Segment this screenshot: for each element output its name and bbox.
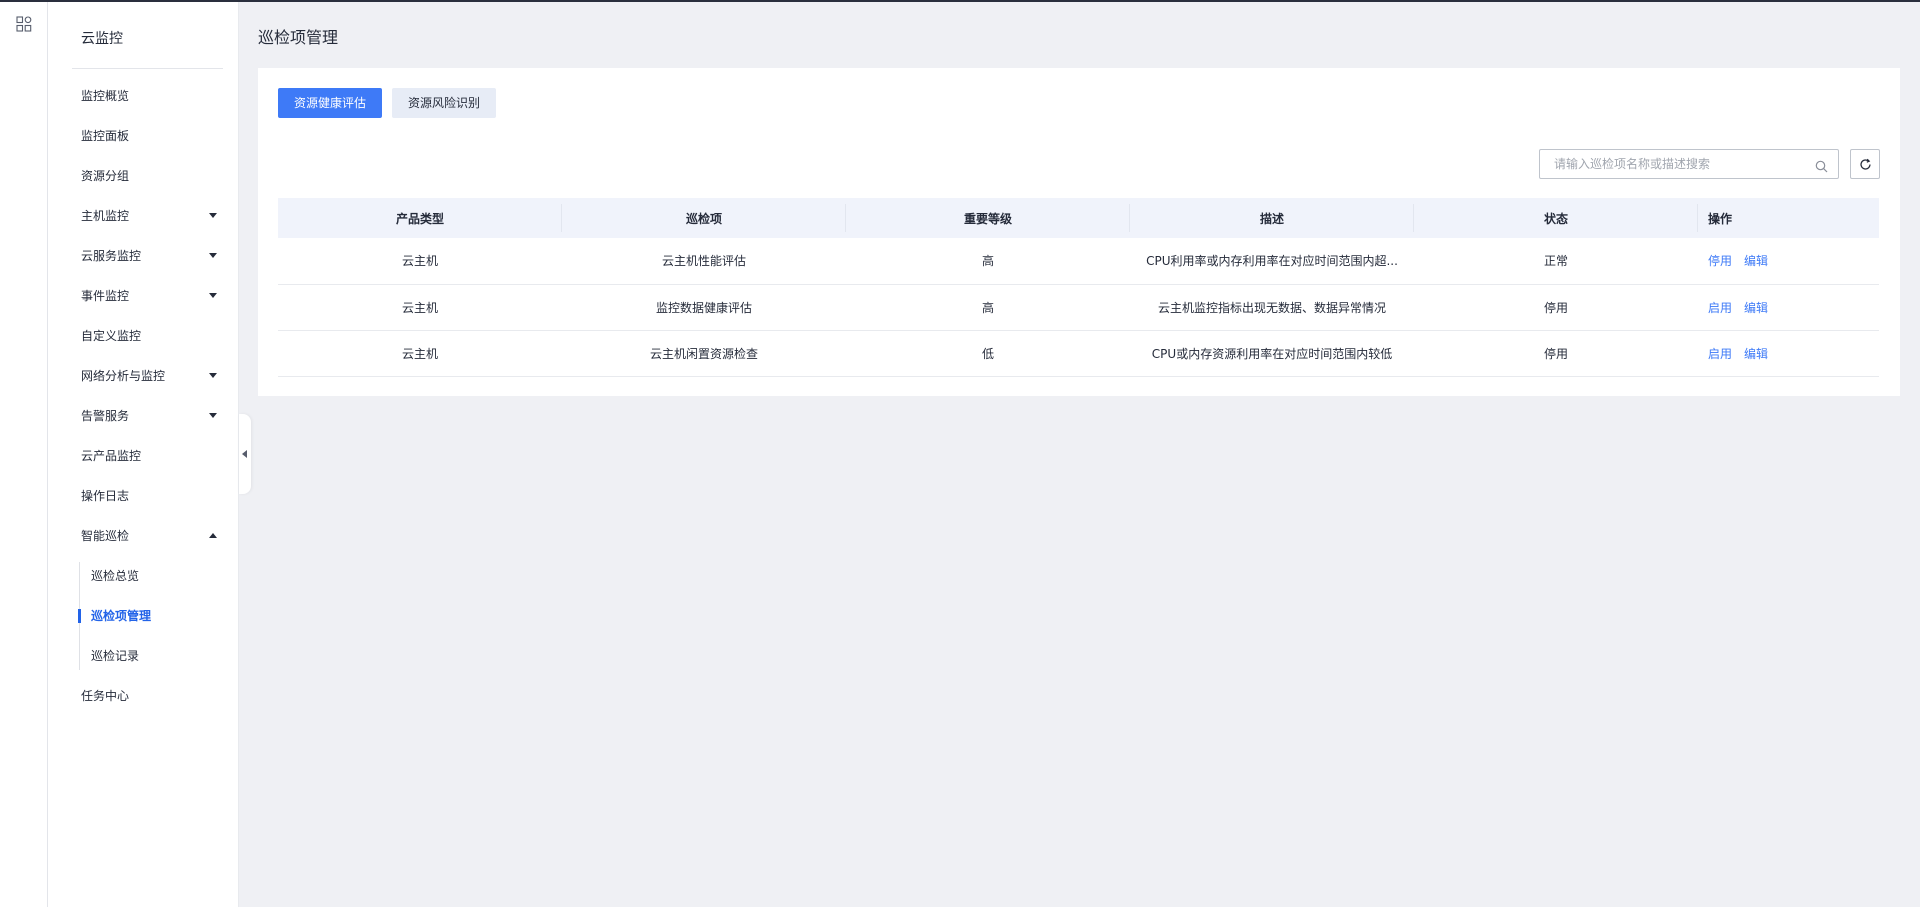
column-header-importance: 重要等级 xyxy=(846,198,1130,238)
sidebar-item-label: 任务中心 xyxy=(81,689,130,703)
sidebar-item-alarm-service[interactable]: 告警服务 xyxy=(48,396,239,436)
chevron-down-icon xyxy=(209,213,217,218)
description-text: CPU或内存资源利用率在对应时间范围内较低 xyxy=(1151,346,1393,361)
sidebar-item-label: 告警服务 xyxy=(81,409,130,423)
sidebar-title: 云监控 xyxy=(81,31,123,47)
sidebar-item-network-analysis[interactable]: 网络分析与监控 xyxy=(48,356,239,396)
sidebar-item-resource-group[interactable]: 资源分组 xyxy=(48,156,239,196)
sidebar-item-label: 主机监控 xyxy=(81,209,130,223)
column-header-status: 状态 xyxy=(1414,198,1698,238)
enable-link[interactable]: 启用 xyxy=(1708,301,1732,315)
chevron-down-icon xyxy=(209,253,217,258)
sidebar-item-operation-log[interactable]: 操作日志 xyxy=(48,476,239,516)
edit-link[interactable]: 编辑 xyxy=(1744,301,1768,315)
cell-inspection-item: 云主机闲置资源检查 xyxy=(649,346,758,361)
cell-status: 正常 xyxy=(1543,254,1568,269)
content-card: 资源健康评估 资源风险识别 产品类型 巡检项 重要等级 描述 状态 操作 xyxy=(258,68,1900,396)
sidebar-item-label: 监控概览 xyxy=(81,89,130,103)
sidebar-item-smart-inspection[interactable]: 智能巡检 xyxy=(48,516,239,556)
table-row: 云主机 监控数据健康评估 高 云主机监控指标出现无数据、数据异常情况 停用 启用… xyxy=(278,284,1879,330)
sidebar-item-label: 智能巡检 xyxy=(81,529,130,543)
cell-product-type: 云主机 xyxy=(401,254,438,269)
column-header-inspection-item: 巡检项 xyxy=(562,198,846,238)
sidebar-item-inspection-overview[interactable]: 巡检总览 xyxy=(48,556,239,596)
sidebar-item-label: 巡检项管理 xyxy=(91,609,152,623)
enable-link[interactable]: 启用 xyxy=(1708,347,1732,361)
sidebar-menu: 监控概览 监控面板 资源分组 主机监控 云服务监控 事件监控 自定义监控 网络分… xyxy=(48,76,239,716)
cell-product-type: 云主机 xyxy=(401,346,438,361)
chevron-up-icon xyxy=(209,533,217,538)
sidebar-item-custom-monitoring[interactable]: 自定义监控 xyxy=(48,316,239,356)
sidebar-item-dashboard[interactable]: 监控面板 xyxy=(48,116,239,156)
sidebar-collapse-button[interactable] xyxy=(239,414,251,494)
refresh-button[interactable] xyxy=(1850,149,1880,179)
table-header-row: 产品类型 巡检项 重要等级 描述 状态 操作 xyxy=(278,198,1879,238)
sidebar-item-label: 巡检记录 xyxy=(91,649,140,663)
sidebar-item-label: 巡检总览 xyxy=(91,569,140,583)
cell-inspection-item: 监控数据健康评估 xyxy=(655,300,752,315)
sidebar-item-label: 资源分组 xyxy=(81,169,130,183)
sidebar-item-event-monitoring[interactable]: 事件监控 xyxy=(48,276,239,316)
description-text: CPU利用率或内存利用率在对应时间范围内超... xyxy=(1146,254,1398,269)
sidebar-item-cloud-service-monitoring[interactable]: 云服务监控 xyxy=(48,236,239,276)
sidebar-item-label: 操作日志 xyxy=(81,489,130,503)
cell-status: 停用 xyxy=(1543,346,1568,361)
sidebar-item-label: 云服务监控 xyxy=(81,249,142,263)
page-title: 巡检项管理 xyxy=(258,28,339,47)
chevron-down-icon xyxy=(209,293,217,298)
cell-importance: 高 xyxy=(981,254,994,269)
secondary-sidebar: 云监控 监控概览 监控面板 资源分组 主机监控 云服务监控 事件监控 自定义监控… xyxy=(48,2,239,907)
cell-operations: 启用 编辑 xyxy=(1698,330,1879,376)
sidebar-item-label: 云产品监控 xyxy=(81,449,142,463)
disable-link[interactable]: 停用 xyxy=(1708,254,1732,268)
chevron-down-icon xyxy=(209,413,217,418)
column-header-operations: 操作 xyxy=(1708,211,1733,226)
edit-link[interactable]: 编辑 xyxy=(1744,254,1768,268)
search-icon[interactable] xyxy=(1815,158,1828,173)
cell-description: CPU利用率或内存利用率在对应时间范围内超... xyxy=(1130,238,1414,284)
icon-rail xyxy=(0,2,48,907)
sidebar-item-label: 监控面板 xyxy=(81,129,130,143)
chevron-down-icon xyxy=(209,373,217,378)
cell-operations: 启用 编辑 xyxy=(1698,284,1879,330)
tab-resource-health[interactable]: 资源健康评估 xyxy=(278,88,383,118)
sidebar-item-inspection-records[interactable]: 巡检记录 xyxy=(48,636,239,676)
sidebar-item-label: 自定义监控 xyxy=(81,329,142,343)
smart-inspection-submenu: 巡检总览 巡检项管理 巡检记录 xyxy=(48,556,239,676)
description-text: 云主机监控指标出现无数据、数据异常情况 xyxy=(1157,300,1386,315)
column-header-description: 描述 xyxy=(1130,198,1414,238)
sidebar-item-label: 事件监控 xyxy=(81,289,130,303)
top-border xyxy=(0,0,1920,2)
sidebar-item-task-center[interactable]: 任务中心 xyxy=(48,676,239,716)
sidebar-item-host-monitoring[interactable]: 主机监控 xyxy=(48,196,239,236)
cell-inspection-item: 云主机性能评估 xyxy=(661,254,746,269)
search-box xyxy=(1539,149,1839,179)
cell-importance: 低 xyxy=(981,346,994,361)
grid-apps-icon[interactable] xyxy=(16,16,32,32)
cell-operations: 停用 编辑 xyxy=(1698,238,1879,284)
cell-importance: 高 xyxy=(981,300,994,315)
tab-resource-risk[interactable]: 资源风险识别 xyxy=(392,88,497,118)
tab-group: 资源健康评估 资源风险识别 xyxy=(278,88,497,118)
chevron-left-icon xyxy=(242,450,247,458)
refresh-icon xyxy=(1860,158,1871,170)
table-row: 云主机 云主机闲置资源检查 低 CPU或内存资源利用率在对应时间范围内较低 停用… xyxy=(278,330,1879,376)
cell-product-type: 云主机 xyxy=(401,300,438,315)
sidebar-item-overview[interactable]: 监控概览 xyxy=(48,76,239,116)
column-header-product-type: 产品类型 xyxy=(278,198,562,238)
table-row: 云主机 云主机性能评估 高 CPU利用率或内存利用率在对应时间范围内超... 正… xyxy=(278,238,1879,284)
sidebar-item-cloud-product-monitoring[interactable]: 云产品监控 xyxy=(48,436,239,476)
sidebar-item-label: 网络分析与监控 xyxy=(81,369,166,383)
sidebar-item-inspection-item-management[interactable]: 巡检项管理 xyxy=(48,596,239,636)
cell-description: 云主机监控指标出现无数据、数据异常情况 xyxy=(1130,284,1414,330)
sidebar-divider xyxy=(72,68,223,69)
search-input[interactable] xyxy=(1554,150,1814,178)
edit-link[interactable]: 编辑 xyxy=(1744,347,1768,361)
cell-description: CPU或内存资源利用率在对应时间范围内较低 xyxy=(1130,330,1414,376)
inspection-items-table: 产品类型 巡检项 重要等级 描述 状态 操作 云主机 云主机性能评估 高 CPU… xyxy=(278,198,1879,377)
cell-status: 停用 xyxy=(1543,300,1568,315)
